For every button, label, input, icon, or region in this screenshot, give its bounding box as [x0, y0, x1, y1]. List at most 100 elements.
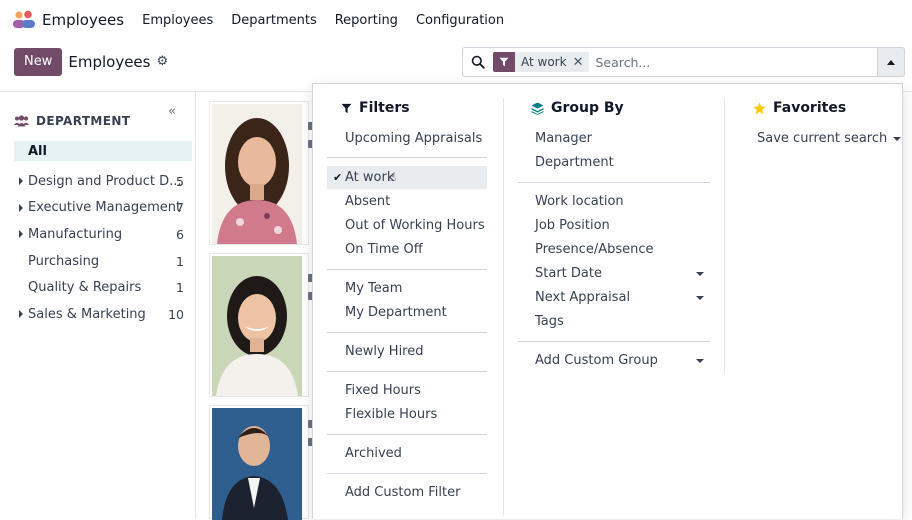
expand-caret-icon[interactable]	[19, 177, 23, 186]
filter-label: At work	[345, 170, 395, 185]
group-by-header: Group By	[531, 100, 624, 116]
sidebar-item-all[interactable]: All	[14, 141, 192, 161]
add-custom-group[interactable]: Add Custom Group	[518, 349, 710, 372]
sidebar-item-manufacturing[interactable]: Manufacturing 6	[14, 221, 192, 248]
separator	[518, 341, 710, 342]
expand-caret-icon[interactable]	[19, 230, 23, 239]
filter-newly-hired[interactable]: Newly Hired	[327, 340, 487, 363]
favorites-column: Favorites Save current search	[724, 98, 902, 374]
filter-out-of-working-hours[interactable]: Out of Working Hours	[327, 214, 487, 237]
filter-icon	[341, 103, 352, 113]
filter-flexible-hours[interactable]: Flexible Hours	[327, 403, 487, 426]
separator	[518, 182, 710, 183]
gear-icon[interactable]: ⚙	[156, 54, 168, 69]
top-navbar: Employees Employees Departments Reportin…	[0, 0, 912, 40]
sidebar-item-label: All	[28, 143, 47, 159]
favorites-title: Favorites	[773, 100, 847, 116]
sidebar-item-label: Sales & Marketing	[28, 306, 146, 322]
save-current-search-button[interactable]: Save current search	[755, 127, 902, 150]
separator	[327, 157, 487, 158]
nav-menu-reporting[interactable]: Reporting	[335, 13, 398, 28]
pointer-hand-icon: ☝	[389, 170, 397, 184]
expand-caret-icon[interactable]	[19, 310, 23, 319]
separator	[327, 434, 487, 435]
control-panel-left: New Employees ⚙	[14, 47, 168, 76]
group-by-tags[interactable]: Tags	[518, 310, 710, 333]
sidebar-item-design-and-product[interactable]: Design and Product D... 5	[14, 168, 192, 195]
search-panel-toggle-button[interactable]	[878, 47, 905, 77]
app-logo-icon[interactable]	[12, 10, 38, 30]
checkmark-icon: ✔	[333, 171, 343, 184]
collapse-sidebar-icon[interactable]: «	[168, 104, 176, 119]
filter-upcoming-appraisals[interactable]: Upcoming Appraisals	[327, 127, 487, 150]
employee-card[interactable]	[209, 253, 314, 397]
facet-value: At work	[521, 55, 567, 69]
employee-card[interactable]	[209, 101, 314, 245]
sidebar-item-label: Manufacturing	[28, 226, 123, 242]
app-name[interactable]: Employees	[42, 11, 124, 29]
employee-photo	[212, 104, 302, 244]
group-by-label: Next Appraisal	[535, 290, 631, 305]
filter-archived[interactable]: Archived	[327, 442, 487, 465]
facet-remove-icon[interactable]: ✕	[573, 55, 590, 70]
filter-my-team[interactable]: My Team	[327, 277, 487, 300]
sidebar-item-label: Purchasing	[28, 253, 100, 269]
sidebar-header: DEPARTMENT	[14, 114, 130, 128]
group-by-column: Group By Manager Department Work locatio…	[503, 98, 724, 516]
filter-fixed-hours[interactable]: Fixed Hours	[327, 379, 487, 402]
breadcrumb-title: Employees	[68, 52, 151, 71]
caret-down-icon	[696, 358, 704, 363]
employee-card[interactable]	[209, 405, 314, 520]
filters-header: Filters	[341, 100, 410, 116]
caret-up-icon	[887, 59, 895, 65]
group-by-job-position[interactable]: Job Position	[518, 214, 710, 237]
search-icon[interactable]	[463, 55, 493, 69]
filter-absent[interactable]: Absent	[327, 190, 487, 213]
group-by-department[interactable]: Department	[518, 151, 710, 174]
star-icon	[753, 102, 766, 114]
caret-down-icon	[696, 271, 704, 276]
group-by-next-appraisal[interactable]: Next Appraisal	[518, 286, 710, 309]
group-by-manager[interactable]: Manager	[518, 127, 710, 150]
group-by-start-date[interactable]: Start Date	[518, 262, 710, 285]
sidebar-item-count: 1	[176, 253, 184, 269]
search-facet: At work ✕	[493, 52, 590, 72]
filter-on-time-off[interactable]: On Time Off	[327, 238, 487, 261]
add-custom-filter[interactable]: Add Custom Filter	[327, 481, 487, 504]
search-input[interactable]	[593, 53, 814, 71]
group-by-title: Group By	[551, 100, 624, 116]
caret-down-icon	[696, 295, 704, 300]
favorites-header: Favorites	[753, 100, 846, 116]
sidebar-item-executive-management[interactable]: Executive Management 7	[14, 194, 192, 221]
sidebar-item-label: Design and Product D...	[28, 173, 182, 189]
sidebar-item-quality-and-repairs[interactable]: Quality & Repairs 1	[14, 274, 192, 301]
expand-caret-icon[interactable]	[19, 203, 23, 212]
search-bar: At work ✕	[462, 47, 878, 77]
separator	[327, 269, 487, 270]
sidebar-item-sales-and-marketing[interactable]: Sales & Marketing 10	[14, 301, 192, 328]
sidebar-item-purchasing[interactable]: Purchasing 1	[14, 248, 192, 275]
separator	[327, 473, 487, 474]
filter-my-department[interactable]: My Department	[327, 301, 487, 324]
group-by-presence-absence[interactable]: Presence/Absence	[518, 238, 710, 261]
separator	[327, 332, 487, 333]
employee-photo	[212, 256, 302, 396]
group-by-work-location[interactable]: Work location	[518, 190, 710, 213]
nav-menu-configuration[interactable]: Configuration	[416, 13, 504, 28]
separator	[327, 371, 487, 372]
department-list: All Design and Product D... 5 Executive …	[14, 141, 192, 328]
sidebar-item-count: 7	[176, 200, 184, 216]
caret-down-icon	[893, 136, 902, 141]
filter-at-work[interactable]: ✔ At work ☝	[327, 166, 487, 189]
employee-photo	[212, 408, 302, 520]
search-panel-dropdown: Filters Upcoming Appraisals ✔ At work ☝ …	[312, 83, 903, 519]
new-button[interactable]: New	[14, 47, 63, 76]
users-icon	[14, 115, 29, 127]
nav-menu-employees[interactable]: Employees	[142, 13, 213, 28]
nav-menu-departments[interactable]: Departments	[231, 13, 316, 28]
sidebar-item-label: Quality & Repairs	[28, 280, 142, 296]
sidebar-item-count: 6	[176, 226, 184, 242]
sidebar-item-label: Executive Management	[28, 200, 182, 216]
sidebar-item-count: 10	[168, 306, 184, 322]
sidebar-item-count: 5	[176, 173, 184, 189]
